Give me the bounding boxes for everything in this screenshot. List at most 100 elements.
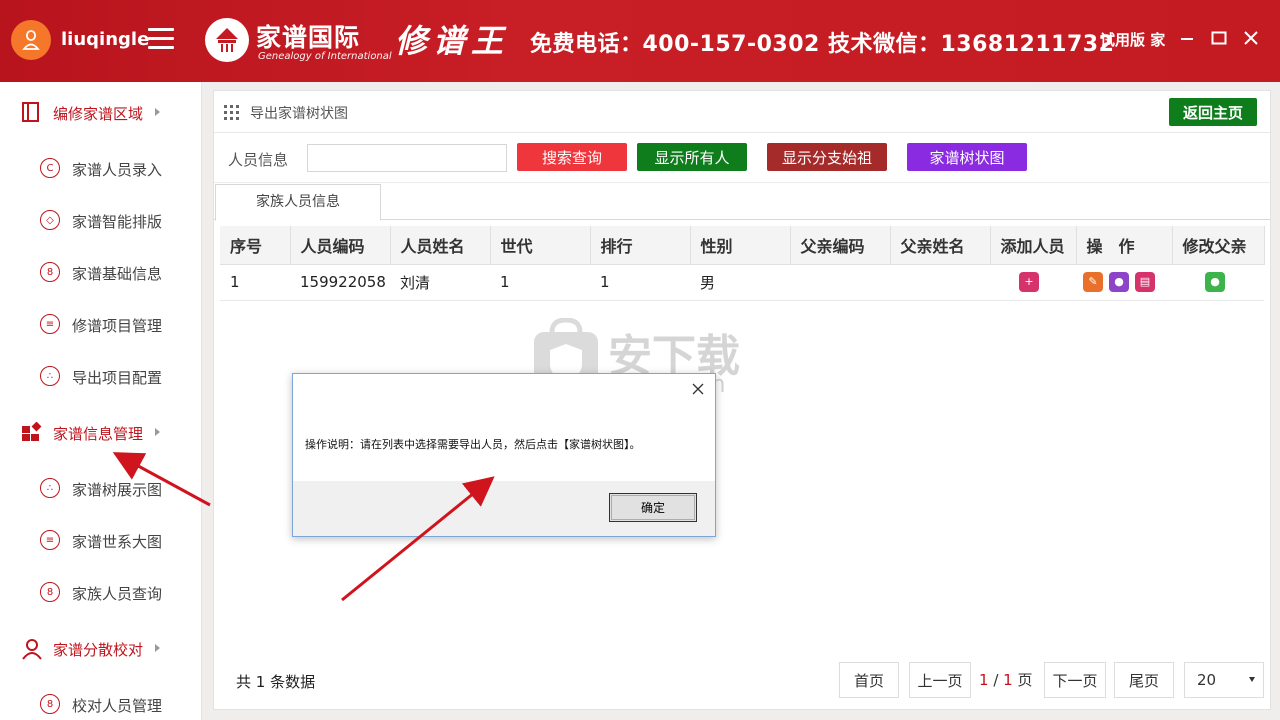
column-header: 添加人员 xyxy=(990,226,1077,265)
tree-icon: ∴ xyxy=(40,478,60,498)
back-home-button[interactable]: 返回主页 xyxy=(1169,98,1257,126)
member-search-icon: 8 xyxy=(40,582,60,602)
book-icon xyxy=(22,102,39,122)
contact-phone: 免费电话：400-157-0302 技术微信：13681211732 xyxy=(530,32,1115,57)
chevron-right-icon xyxy=(155,108,160,116)
page-separator: / xyxy=(993,671,999,689)
close-icon xyxy=(692,383,704,395)
sidebar-group-info-manage[interactable]: 家谱信息管理 xyxy=(0,406,202,458)
sidebar-group-edit[interactable]: 编修家谱区域 xyxy=(0,86,202,138)
user-avatar[interactable] xyxy=(11,20,51,60)
family-tree-button[interactable]: 家谱树状图 xyxy=(907,143,1027,171)
close-window-button[interactable] xyxy=(1239,26,1263,50)
logo-icon xyxy=(205,18,249,62)
column-header: 人员姓名 xyxy=(390,226,491,265)
info-icon: 8 xyxy=(40,262,60,282)
dialog-close-button[interactable] xyxy=(689,380,707,398)
column-header: 父亲姓名 xyxy=(890,226,991,265)
next-page-button[interactable]: 下一页 xyxy=(1044,662,1106,698)
cell-code: 159922058 xyxy=(290,264,390,301)
sidebar-item-label: 家谱智能排版 xyxy=(72,213,163,231)
column-header: 世代 xyxy=(490,226,591,265)
table-header-row: 序号 人员编码 人员姓名 世代 排行 性别 父亲编码 父亲姓名 添加人员 操 作… xyxy=(220,226,1265,265)
proofreader-icon: 8 xyxy=(40,694,60,714)
cell-index: 1 xyxy=(220,264,290,301)
tab-bar: 家族人员信息 xyxy=(214,182,1270,221)
column-header: 性别 xyxy=(690,226,791,265)
sidebar-item-basic-info[interactable]: 8 家谱基础信息 xyxy=(0,246,202,298)
cell-name: 刘清 xyxy=(390,264,490,301)
hamburger-menu-icon[interactable] xyxy=(148,28,174,50)
person-search-input[interactable] xyxy=(307,144,507,172)
edit-icon[interactable]: ✎ xyxy=(1083,272,1103,292)
info-dialog: 操作说明：请在列表中选择需要导出人员，然后点击【家谱树状图】。 确定 xyxy=(292,373,716,537)
cell-operations: ✎ ● ▤ xyxy=(1076,264,1172,301)
sidebar-group-proofread[interactable]: 家谱分散校对 xyxy=(0,622,202,674)
add-person-icon[interactable]: + xyxy=(1019,272,1039,292)
sidebar-item-member-search[interactable]: 8 家族人员查询 xyxy=(0,566,202,618)
column-header: 修改父亲 xyxy=(1172,226,1265,265)
minimize-icon xyxy=(1181,38,1193,40)
grid-icon xyxy=(22,422,42,441)
sidebar-item-proofreader-manage[interactable]: 8 校对人员管理 xyxy=(0,678,202,720)
maximize-button[interactable] xyxy=(1207,26,1231,50)
cell-gender: 男 xyxy=(690,264,790,301)
cell-rank: 1 xyxy=(590,264,690,301)
tab-family-members[interactable]: 家族人员信息 xyxy=(215,184,381,221)
logo-text: 家谱国际 xyxy=(256,23,361,52)
trial-label: 试用版 家 xyxy=(1100,31,1166,49)
dialog-ok-button[interactable]: 确定 xyxy=(609,493,697,522)
username: liuqingle xyxy=(61,29,150,50)
search-button[interactable]: 搜索查询 xyxy=(517,143,627,171)
page-indicator: 1 / 1 页 xyxy=(979,669,1033,690)
current-page: 1 xyxy=(979,671,989,689)
sidebar-item-label: 家谱树展示图 xyxy=(72,481,163,499)
sidebar-item-label: 家谱基础信息 xyxy=(72,265,163,283)
page-unit: 页 xyxy=(1017,671,1033,689)
sidebar-item-lineage-chart[interactable]: ≡ 家谱世系大图 xyxy=(0,514,202,566)
maximize-icon xyxy=(1211,31,1227,45)
sidebar-item-export-config[interactable]: ∴ 导出项目配置 xyxy=(0,350,202,402)
column-header: 序号 xyxy=(220,226,291,265)
column-header: 操 作 xyxy=(1076,226,1173,265)
edit-father-icon[interactable]: ● xyxy=(1205,272,1225,292)
user-icon xyxy=(22,30,40,50)
sidebar-item-label: 家族人员查询 xyxy=(72,585,163,603)
page-size-value: 20 xyxy=(1197,671,1217,689)
project-icon: ≡ xyxy=(40,314,60,334)
sidebar-item-person-entry[interactable]: C 家谱人员录入 xyxy=(0,142,202,194)
person-icon xyxy=(22,639,42,660)
prev-page-button[interactable]: 上一页 xyxy=(909,662,971,698)
layout-icon: ◇ xyxy=(40,210,60,230)
search-label: 人员信息 xyxy=(228,151,289,169)
export-config-icon: ∴ xyxy=(40,366,60,386)
dialog-message: 操作说明：请在列表中选择需要导出人员，然后点击【家谱树状图】。 xyxy=(305,438,641,451)
person-entry-icon: C xyxy=(40,158,60,178)
sidebar-group-label: 家谱信息管理 xyxy=(53,425,144,443)
sidebar-item-label: 校对人员管理 xyxy=(72,697,163,715)
column-header: 排行 xyxy=(590,226,691,265)
sidebar-item-project-manage[interactable]: ≡ 修谱项目管理 xyxy=(0,298,202,350)
breadcrumb: 导出家谱树状图 返回主页 xyxy=(214,91,1270,133)
user-detail-icon[interactable]: ● xyxy=(1109,272,1129,292)
sidebar-item-smart-layout[interactable]: ◇ 家谱智能排版 xyxy=(0,194,202,246)
cell-father-code xyxy=(790,264,890,301)
delete-icon[interactable]: ▤ xyxy=(1135,272,1155,292)
cell-edit-father: ● xyxy=(1172,264,1264,301)
last-page-button[interactable]: 尾页 xyxy=(1114,662,1174,698)
table-row[interactable]: 1 159922058 刘清 1 1 男 + ✎ ● ▤ ● xyxy=(220,264,1264,301)
caret-down-icon xyxy=(1249,677,1255,682)
sidebar-item-tree-view[interactable]: ∴ 家谱树展示图 xyxy=(0,462,202,514)
minimize-button[interactable] xyxy=(1175,26,1199,50)
sidebar: 编修家谱区域 C 家谱人员录入 ◇ 家谱智能排版 8 家谱基础信息 ≡ 修谱项目… xyxy=(0,82,202,720)
first-page-button[interactable]: 首页 xyxy=(839,662,899,698)
show-branch-ancestor-button[interactable]: 显示分支始祖 xyxy=(767,143,887,171)
sidebar-group-label: 家谱分散校对 xyxy=(53,641,144,659)
app-header: liuqingle 家谱国际 Genealogy of Internationa… xyxy=(0,0,1280,82)
column-header: 人员编码 xyxy=(290,226,391,265)
page-size-select[interactable]: 20 xyxy=(1184,662,1264,698)
close-icon xyxy=(1244,31,1258,45)
slogan: 修谱王 xyxy=(395,22,510,60)
show-all-button[interactable]: 显示所有人 xyxy=(637,143,747,171)
grid-icon xyxy=(224,105,239,120)
